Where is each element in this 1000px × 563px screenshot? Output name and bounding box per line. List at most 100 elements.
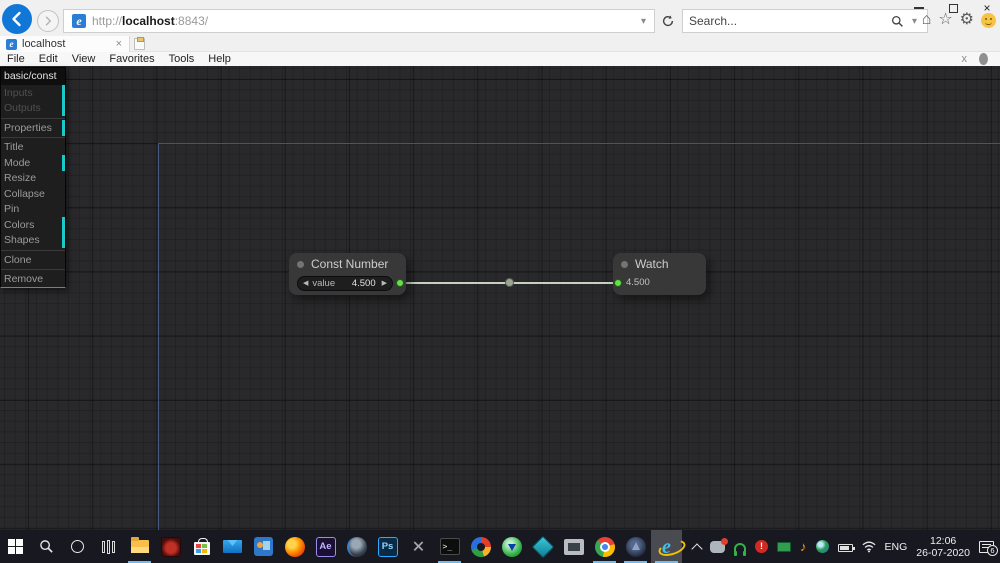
after-effects-button[interactable]: Ae xyxy=(310,530,341,563)
search-icon[interactable] xyxy=(891,15,904,28)
address-bar[interactable]: e http://localhost:8843/ ▾ xyxy=(63,9,655,33)
firefox-button[interactable] xyxy=(279,530,310,563)
headset-tray-icon[interactable] xyxy=(734,543,746,553)
home-icon[interactable]: ⌂ xyxy=(922,9,932,31)
back-arrow-icon xyxy=(9,11,25,27)
clock-time: 12:06 xyxy=(916,535,970,547)
watch-value: 4.500 xyxy=(626,275,650,291)
mail-button[interactable] xyxy=(217,530,248,563)
firefox-icon xyxy=(285,537,305,557)
menu-tools[interactable]: Tools xyxy=(162,53,202,65)
context-menu-item-remove[interactable]: Remove xyxy=(1,272,65,288)
menu-edit[interactable]: Edit xyxy=(32,53,65,65)
taskbar: Ae Ps ✕ >_ e ! ♪ ENG 12:06 xyxy=(0,530,1000,563)
file-explorer-button[interactable] xyxy=(124,530,155,563)
wifi-icon[interactable] xyxy=(862,541,876,553)
node-title-bar[interactable]: Const Number xyxy=(289,253,406,275)
cinema4d-button[interactable] xyxy=(341,530,372,563)
address-dropdown-icon[interactable]: ▾ xyxy=(637,16,650,27)
search-input[interactable]: Search... ▾ xyxy=(682,9,928,33)
node-title-bar[interactable]: Watch xyxy=(613,253,706,275)
ie-favicon: e xyxy=(72,14,86,28)
node-const-number[interactable]: Const Number ◀ value 4.500 ▶ xyxy=(289,253,406,295)
value-widget[interactable]: ◀ value 4.500 ▶ xyxy=(297,276,393,291)
refresh-button[interactable] xyxy=(658,11,678,31)
globe-tray-icon[interactable] xyxy=(816,540,829,553)
red-app-icon xyxy=(161,537,181,557)
new-tab-button[interactable] xyxy=(134,38,145,50)
taskbar-clock[interactable]: 12:06 26-07-2020 xyxy=(916,535,970,559)
output-port[interactable] xyxy=(396,279,404,287)
pc-app-button[interactable] xyxy=(558,530,589,563)
idm-button[interactable] xyxy=(496,530,527,563)
terminal-icon: >_ xyxy=(440,538,460,555)
dark-circle-app-button[interactable] xyxy=(620,530,651,563)
notification-center-icon[interactable]: 6 xyxy=(979,541,994,553)
start-button[interactable] xyxy=(0,530,31,563)
chrome-button[interactable] xyxy=(589,530,620,563)
discord-tray-icon[interactable] xyxy=(710,541,725,553)
link-midpoint-dot[interactable] xyxy=(505,278,514,287)
battery-icon[interactable] xyxy=(838,544,853,552)
terminal-button[interactable]: >_ xyxy=(434,530,465,563)
photos-app-button[interactable] xyxy=(248,530,279,563)
cortana-icon xyxy=(71,540,84,553)
node-watch[interactable]: Watch 4.500 xyxy=(613,253,706,295)
widget-value: 4.500 xyxy=(352,278,376,289)
context-menu-item-title[interactable]: Title xyxy=(1,140,65,156)
back-button[interactable] xyxy=(2,4,32,34)
menu-file[interactable]: File xyxy=(0,53,32,65)
context-menu-item-resize[interactable]: Resize xyxy=(1,171,65,187)
language-indicator[interactable]: ENG xyxy=(885,541,908,553)
idm-icon xyxy=(502,537,522,557)
antivirus-shield-icon[interactable]: ! xyxy=(755,540,768,553)
tab-close-icon[interactable]: × xyxy=(113,38,125,50)
microsoft-store-button[interactable] xyxy=(186,530,217,563)
context-menu-item-collapse[interactable]: Collapse xyxy=(1,186,65,202)
graph-canvas[interactable]: Const Number ◀ value 4.500 ▶ Watch 4.500… xyxy=(0,66,1000,530)
decrement-arrow-icon[interactable]: ◀ xyxy=(303,280,308,287)
tray-chevron-up-icon[interactable] xyxy=(691,543,702,554)
menu-favorites[interactable]: Favorites xyxy=(102,53,161,65)
context-menu-item-properties[interactable]: Properties xyxy=(1,120,65,136)
forward-button[interactable] xyxy=(37,10,59,32)
swirl-app-button[interactable] xyxy=(465,530,496,563)
context-menu-item-colors[interactable]: Colors xyxy=(1,217,65,233)
menu-view[interactable]: View xyxy=(65,53,103,65)
context-menu-separator xyxy=(1,269,65,270)
increment-arrow-icon[interactable]: ▶ xyxy=(382,280,387,287)
feedback-smiley-icon[interactable] xyxy=(981,13,996,28)
internet-explorer-button[interactable]: e xyxy=(651,530,682,563)
tab-localhost[interactable]: e localhost × xyxy=(0,36,130,52)
context-menu: basic/const InputsOutputsPropertiesTitle… xyxy=(0,67,66,288)
context-menu-item-clone[interactable]: Clone xyxy=(1,252,65,268)
context-menu-items: InputsOutputsPropertiesTitleModeResizeCo… xyxy=(1,85,65,287)
chrome-icon xyxy=(595,537,615,557)
context-menu-item-pin[interactable]: Pin xyxy=(1,202,65,218)
favorites-star-icon[interactable]: ☆ xyxy=(938,9,952,31)
toolbar-close-icon[interactable]: x xyxy=(962,53,968,65)
photoshop-button[interactable]: Ps xyxy=(372,530,403,563)
navigation-bar: e http://localhost:8843/ ▾ Search... ▾ ⌂… xyxy=(0,8,1000,38)
context-menu-separator xyxy=(1,250,65,251)
node-status-dot xyxy=(621,261,628,268)
widget-label: value xyxy=(312,278,335,289)
3dsmax-button[interactable] xyxy=(527,530,558,563)
settings-gear-icon[interactable]: ⚙ xyxy=(960,9,974,31)
context-menu-item-mode[interactable]: Mode xyxy=(1,155,65,171)
input-port[interactable] xyxy=(614,279,622,287)
x-app-button[interactable]: ✕ xyxy=(403,530,434,563)
cortana-button[interactable] xyxy=(62,530,93,563)
green-cash-tray-icon[interactable] xyxy=(777,542,791,552)
toolbar-status-icon xyxy=(979,53,988,65)
tab-bar: e localhost × xyxy=(0,36,1000,52)
context-menu-item-shapes[interactable]: Shapes xyxy=(1,233,65,249)
photos-app-icon xyxy=(254,537,273,556)
search-dropdown-icon[interactable]: ▾ xyxy=(908,16,921,27)
taskbar-search-button[interactable] xyxy=(31,530,62,563)
menu-help[interactable]: Help xyxy=(201,53,238,65)
audio-note-tray-icon[interactable]: ♪ xyxy=(800,540,807,553)
task-view-button[interactable] xyxy=(93,530,124,563)
node-title: Watch xyxy=(635,257,669,271)
red-app-button[interactable] xyxy=(155,530,186,563)
